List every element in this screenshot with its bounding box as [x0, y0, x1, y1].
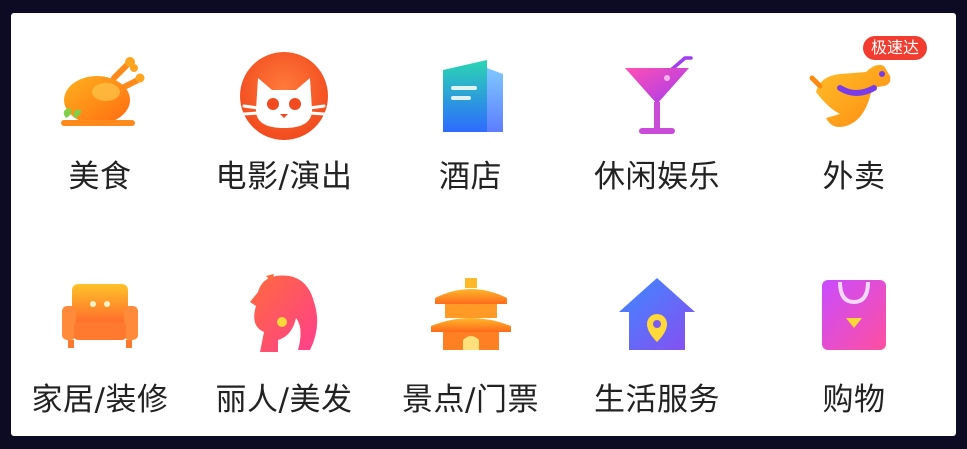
category-label: 休闲娱乐 — [594, 159, 720, 195]
express-badge: 极速达 — [862, 36, 927, 60]
cat-face-icon — [236, 48, 332, 144]
category-home-decor[interactable]: 家居/装修 — [11, 224, 189, 436]
house-location-icon — [609, 266, 705, 362]
category-label: 电影/演出 — [215, 159, 353, 195]
hotel-building-icon — [423, 48, 519, 144]
kangaroo-icon — [806, 48, 902, 144]
category-leisure[interactable]: 休闲娱乐 — [562, 13, 752, 224]
category-shopping[interactable]: 购物 — [752, 224, 956, 436]
category-label: 酒店 — [439, 159, 502, 195]
category-beauty[interactable]: 丽人/美发 — [189, 224, 379, 436]
category-label: 景点/门票 — [402, 382, 539, 418]
category-label: 美食 — [68, 159, 132, 195]
category-label: 生活服务 — [594, 382, 720, 418]
roast-chicken-icon — [52, 48, 148, 144]
category-panel: 美食 电影/演出 酒店 休闲娱乐 极速达 外卖 家居/装修 丽人/美发 景点/门… — [11, 13, 956, 436]
shopping-bag-icon — [806, 266, 902, 362]
cocktail-glass-icon — [609, 48, 705, 144]
category-food[interactable]: 美食 — [11, 13, 189, 224]
category-label: 家居/装修 — [31, 382, 169, 418]
category-hotel[interactable]: 酒店 — [379, 13, 562, 224]
category-grid: 美食 电影/演出 酒店 休闲娱乐 极速达 外卖 家居/装修 丽人/美发 景点/门… — [11, 13, 956, 436]
woman-profile-icon — [236, 266, 332, 362]
pagoda-icon — [423, 266, 519, 362]
category-attractions[interactable]: 景点/门票 — [379, 224, 562, 436]
category-label: 丽人/美发 — [215, 382, 353, 418]
category-label: 外卖 — [822, 159, 886, 195]
category-movie-show[interactable]: 电影/演出 — [189, 13, 379, 224]
category-takeout[interactable]: 极速达 外卖 — [752, 13, 956, 224]
category-life-services[interactable]: 生活服务 — [562, 224, 752, 436]
category-label: 购物 — [822, 382, 886, 418]
sofa-icon — [52, 266, 148, 362]
